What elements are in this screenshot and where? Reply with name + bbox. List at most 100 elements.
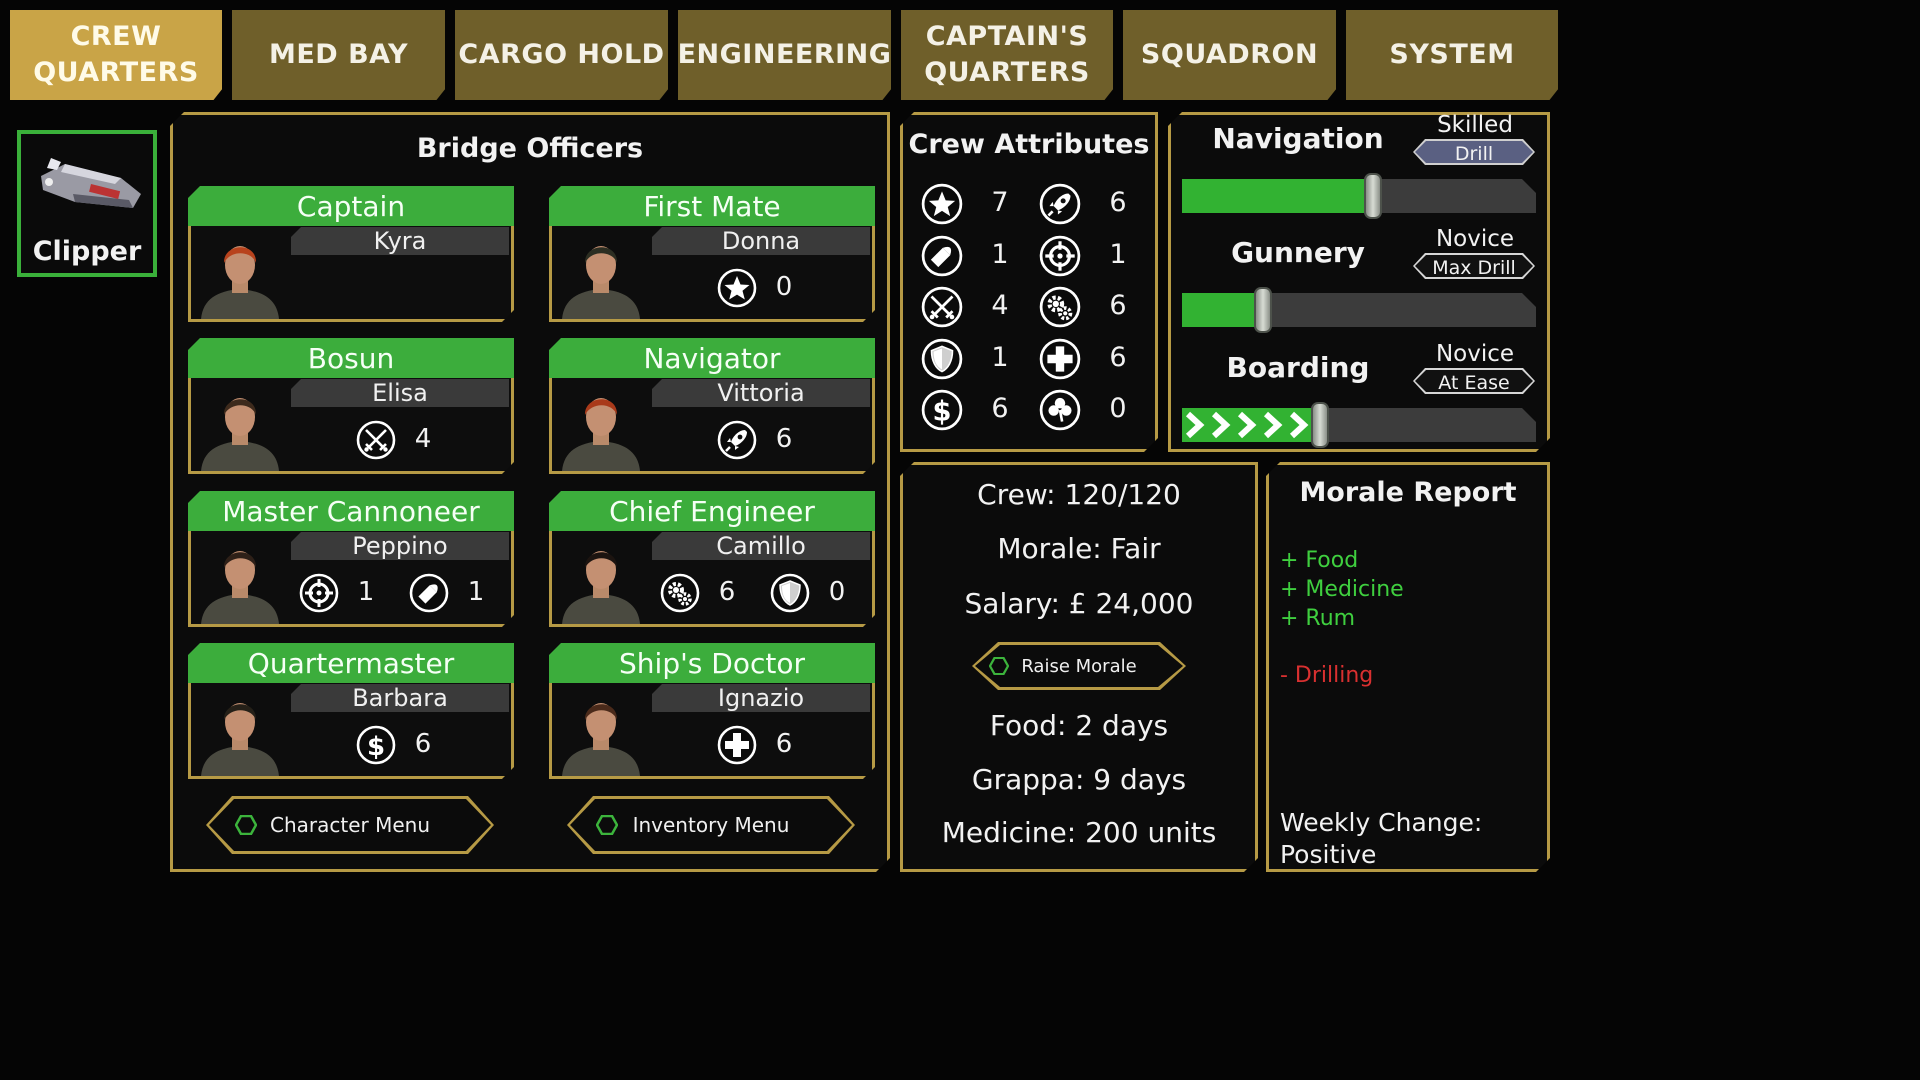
morale-status: Morale: Fair [997, 532, 1161, 565]
attribute-value: 1 [991, 238, 1009, 270]
ship-image [41, 158, 141, 208]
skill-level: Novice [1435, 226, 1515, 252]
medical-cross-icon [1039, 338, 1081, 380]
officer-card[interactable]: Peppino 1 1 [188, 531, 514, 627]
officer-card[interactable]: Kyra [188, 226, 514, 322]
hexagon-icon [235, 815, 257, 835]
hexagon-icon [596, 815, 618, 835]
officer-role: First Mate [549, 186, 875, 226]
skill-progress-track[interactable] [1182, 408, 1536, 442]
officer-stat-value: 6 [414, 729, 432, 759]
morale-positive-factor: + Food [1280, 548, 1359, 573]
officer-role: Navigator [549, 338, 875, 378]
food-supply: Food: 2 days [989, 709, 1169, 742]
officer-stat-value: 6 [775, 424, 793, 454]
attribute-value: 1 [991, 341, 1009, 373]
gears-icon [1039, 286, 1081, 328]
officer-card[interactable]: Barbara $6 [188, 683, 514, 779]
crew-count: Crew: 120/120 [977, 478, 1181, 511]
officer-stat-value: 0 [775, 272, 793, 302]
tab-squadron[interactable]: SQUADRON [1123, 10, 1336, 100]
tab-med-bay[interactable]: MED BAY [232, 10, 445, 100]
tab-engineering[interactable]: ENGINEERING [678, 10, 891, 100]
officer-portrait [197, 686, 283, 776]
crossed-swords-icon [921, 286, 963, 328]
officer-portrait [558, 686, 644, 776]
skill-name: Boarding [1226, 351, 1370, 384]
officer-stat-value: 4 [414, 424, 432, 454]
officer-portrait [197, 229, 283, 319]
officer-portrait [558, 381, 644, 471]
skill-action-label: At Ease [1415, 370, 1533, 392]
ship-name: Clipper [32, 236, 142, 267]
tab-system[interactable]: SYSTEM [1346, 10, 1558, 100]
medical-cross-icon [717, 725, 757, 765]
officer-name: Donna [652, 227, 870, 255]
shield-icon [921, 338, 963, 380]
officer-name: Elisa [291, 379, 509, 407]
star-icon [717, 268, 757, 308]
skill-progress-fill [1182, 179, 1373, 213]
skill-progress-track[interactable] [1182, 293, 1536, 327]
clover-icon [1039, 389, 1081, 431]
ship-card[interactable]: Clipper [17, 130, 157, 277]
officer-card[interactable]: Elisa 4 [188, 378, 514, 474]
attribute-value: 6 [1109, 290, 1127, 321]
skill-slider-handle[interactable] [1254, 287, 1273, 333]
raise-morale-button[interactable]: Raise Morale [972, 642, 1186, 690]
star-icon [921, 183, 963, 225]
rocket-icon [1039, 183, 1081, 225]
tab-crew-quarters[interactable]: CREW QUARTERS [10, 10, 222, 100]
attribute-value: 4 [991, 290, 1009, 321]
attribute-value: 1 [1109, 238, 1127, 270]
morale-negative-factor: - Drilling [1280, 663, 1374, 688]
morale-positive-factor: + Medicine [1280, 577, 1404, 602]
officer-stat-value: 6 [718, 577, 736, 607]
attribute-value: 0 [1109, 393, 1127, 424]
officer-portrait [558, 534, 644, 624]
officer-portrait [558, 229, 644, 319]
inventory-menu-button[interactable]: Inventory Menu [567, 796, 855, 854]
skill-action-button[interactable]: Max Drill [1413, 253, 1535, 279]
officer-stat-value: 6 [775, 729, 793, 759]
skill-name: Gunnery [1231, 236, 1365, 269]
officer-stat-value: 1 [357, 577, 375, 607]
attribute-value: 6 [991, 393, 1009, 424]
bullet-icon [921, 235, 963, 277]
officer-card[interactable]: Vittoria 6 [549, 378, 875, 474]
raise-morale-label: Raise Morale [1021, 655, 1137, 677]
skill-progress-track[interactable] [1182, 179, 1536, 213]
officer-name: Kyra [291, 227, 509, 255]
morale-report-title: Morale Report [1299, 477, 1517, 508]
officer-role: Captain [188, 186, 514, 226]
officer-card[interactable]: Camillo 6 0 [549, 531, 875, 627]
character-menu-button[interactable]: Character Menu [206, 796, 494, 854]
crosshair-icon [1039, 235, 1081, 277]
officer-stat-value: 1 [467, 577, 485, 607]
skill-name: Navigation [1212, 122, 1384, 155]
dollar-icon: $ [356, 725, 396, 765]
skill-progress-fill [1182, 408, 1320, 442]
officer-name: Peppino [291, 532, 509, 560]
officer-role: Bosun [188, 338, 514, 378]
officer-card[interactable]: Ignazio 6 [549, 683, 875, 779]
skill-slider-handle[interactable] [1311, 402, 1330, 448]
skill-level: Skilled [1437, 112, 1513, 138]
character-menu-label: Character Menu [269, 813, 430, 837]
tab-cargo-hold[interactable]: CARGO HOLD [455, 10, 668, 100]
officer-role: Ship's Doctor [549, 643, 875, 683]
skill-action-button[interactable]: At Ease [1413, 368, 1535, 394]
skill-slider-handle[interactable] [1364, 173, 1383, 219]
skill-action-label: Drill [1415, 141, 1533, 163]
officer-card[interactable]: Donna 0 [549, 226, 875, 322]
dollar-icon: $ [921, 389, 963, 431]
hexagon-icon [989, 657, 1009, 675]
svg-text:$: $ [367, 732, 385, 762]
tab-captains-quarters[interactable]: CAPTAIN'S QUARTERS [901, 10, 1113, 100]
gears-icon [660, 573, 700, 613]
attribute-value: 6 [1109, 187, 1127, 218]
crosshair-icon [299, 573, 339, 613]
svg-text:$: $ [933, 397, 952, 428]
skill-action-button[interactable]: Drill [1413, 139, 1535, 165]
salary: Salary: £ 24,000 [964, 587, 1194, 620]
